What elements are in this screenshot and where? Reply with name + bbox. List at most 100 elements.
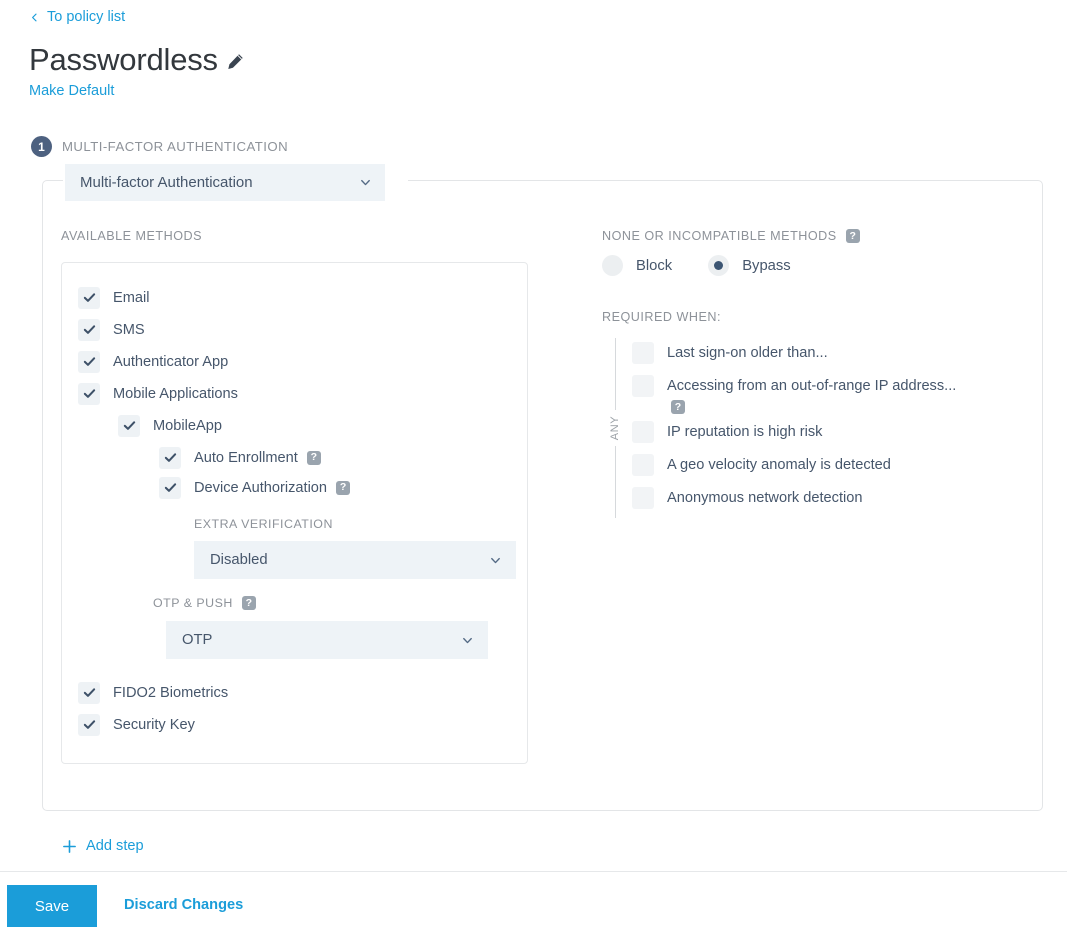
check-icon — [83, 293, 95, 302]
otp-push-select[interactable]: OTP — [166, 621, 488, 659]
condition-row-out-of-range-ip[interactable]: Accessing from an out-of-range IP addres… — [632, 375, 1022, 415]
back-link-label: To policy list — [47, 9, 126, 25]
back-to-policy-list-link[interactable]: To policy list — [30, 9, 125, 25]
method-row-fido2-biometrics[interactable]: FIDO2 Biometrics — [62, 679, 527, 706]
radio-label-block: Block — [636, 257, 673, 274]
check-icon — [83, 357, 95, 366]
required-when-group: ANY Last sign-on older than... Accessing… — [602, 336, 1022, 520]
checkbox-last-sign-on[interactable] — [632, 342, 654, 364]
checkbox-device-authorization[interactable] — [159, 476, 181, 499]
extra-verification-value: Disabled — [210, 552, 268, 568]
method-label-security-key: Security Key — [113, 716, 195, 733]
discard-changes-button[interactable]: Discard Changes — [124, 897, 243, 913]
checkbox-email[interactable] — [78, 286, 100, 309]
check-icon — [164, 483, 176, 492]
condition-row-geo-velocity[interactable]: A geo velocity anomaly is detected — [632, 453, 1022, 481]
condition-label-last-sign-on: Last sign-on older than... — [667, 345, 828, 361]
checkbox-auto-enrollment[interactable] — [159, 446, 181, 469]
chevron-down-icon — [361, 179, 370, 186]
extra-verification-group: EXTRA VERIFICATION Disabled — [62, 517, 527, 579]
pencil-icon[interactable] — [227, 53, 244, 70]
checkbox-ip-reputation[interactable] — [632, 420, 654, 443]
help-icon-otp-push[interactable]: ? — [241, 596, 256, 610]
chevron-left-icon — [32, 13, 37, 21]
radio-block[interactable] — [602, 255, 623, 276]
rail-line-bottom — [615, 445, 616, 518]
any-operator-label: ANY — [608, 415, 621, 441]
radio-bypass[interactable] — [708, 255, 730, 276]
help-icon-out-of-range-ip[interactable]: ? — [671, 399, 685, 414]
policy-conditions-column: NONE OR INCOMPATIBLE METHODS ? Block Byp… — [602, 229, 1022, 520]
extra-verification-select[interactable]: Disabled — [194, 541, 516, 579]
checkbox-authenticator-app[interactable] — [78, 350, 100, 373]
condition-row-anonymous-network[interactable]: Anonymous network detection — [632, 486, 1022, 514]
help-icon-none-or-incompatible[interactable]: ? — [845, 229, 860, 243]
radio-label-bypass: Bypass — [742, 257, 791, 274]
method-row-auto-enrollment[interactable]: Auto Enrollment ? — [62, 444, 527, 471]
none-or-incompatible-header: NONE OR INCOMPATIBLE METHODS ? — [602, 229, 1022, 243]
checkbox-out-of-range-ip[interactable] — [632, 375, 654, 397]
condition-label-ip-reputation: IP reputation is high risk — [667, 423, 823, 440]
method-row-mobile-applications[interactable]: Mobile Applications — [62, 380, 527, 407]
condition-row-last-sign-on[interactable]: Last sign-on older than... — [632, 342, 1022, 369]
make-default-link[interactable]: Make Default — [29, 83, 114, 99]
checkbox-sms[interactable] — [78, 318, 100, 341]
checkbox-mobileapp[interactable] — [118, 414, 140, 437]
checkbox-mobile-applications[interactable] — [78, 382, 100, 405]
method-label-sms: SMS — [113, 321, 145, 338]
page-title-row: Passwordless — [29, 44, 244, 75]
condition-list: Last sign-on older than... Accessing fro… — [628, 336, 1022, 520]
step-panel: Multi-factor Authentication AVAILABLE ME… — [42, 164, 1043, 811]
method-label-auto-enrollment: Auto Enrollment — [194, 449, 298, 466]
none-or-incompatible-label: NONE OR INCOMPATIBLE METHODS — [602, 229, 837, 243]
method-row-device-authorization[interactable]: Device Authorization ? — [62, 474, 527, 501]
step-type-select[interactable]: Multi-factor Authentication — [65, 164, 385, 201]
plus-icon — [63, 839, 76, 853]
step-type-value: Multi-factor Authentication — [80, 174, 253, 191]
check-icon — [164, 453, 176, 462]
chevron-down-icon — [491, 557, 500, 563]
check-icon — [83, 389, 95, 398]
checkbox-fido2-biometrics[interactable] — [78, 681, 100, 704]
method-row-authenticator-app[interactable]: Authenticator App — [62, 348, 527, 375]
method-row-email[interactable]: Email — [62, 284, 527, 311]
required-when-label: REQUIRED WHEN: — [602, 310, 721, 324]
page-title: Passwordless — [29, 42, 218, 77]
condition-label-out-of-range-ip: Accessing from an out-of-range IP addres… — [667, 378, 957, 394]
save-button[interactable]: Save — [7, 885, 97, 927]
step-header: 1 MULTI-FACTOR AUTHENTICATION — [31, 136, 288, 157]
add-step-label: Add step — [86, 838, 144, 854]
add-step-button[interactable]: Add step — [62, 838, 144, 854]
method-label-mobile-applications: Mobile Applications — [113, 385, 238, 402]
otp-push-group: OTP & PUSH ? OTP — [62, 596, 527, 659]
footer-divider — [0, 871, 1067, 872]
method-label-email: Email — [113, 289, 150, 306]
condition-label-geo-velocity: A geo velocity anomaly is detected — [667, 456, 891, 473]
checkbox-geo-velocity[interactable] — [632, 453, 654, 476]
checkbox-anonymous-network[interactable] — [632, 486, 654, 509]
method-label-mobileapp: MobileApp — [153, 417, 222, 434]
check-icon — [83, 720, 95, 729]
check-icon — [123, 421, 135, 430]
method-row-security-key[interactable]: Security Key — [62, 711, 527, 738]
radio-selected-dot — [714, 261, 724, 270]
method-label-authenticator-app: Authenticator App — [113, 353, 229, 370]
check-icon — [83, 688, 95, 697]
extra-verification-label: EXTRA VERIFICATION — [194, 517, 333, 531]
method-row-sms[interactable]: SMS — [62, 316, 527, 343]
help-icon-auto-enrollment[interactable]: ? — [306, 450, 321, 465]
otp-push-label: OTP & PUSH — [153, 596, 233, 610]
available-methods-column: AVAILABLE METHODS Email SMS Authenticato… — [61, 229, 586, 764]
method-label-fido2-biometrics: FIDO2 Biometrics — [113, 684, 229, 701]
condition-row-ip-reputation[interactable]: IP reputation is high risk — [632, 420, 1022, 448]
rail-line-top — [615, 338, 616, 410]
method-label-device-authorization: Device Authorization — [194, 479, 328, 496]
condition-label-anonymous-network: Anonymous network detection — [667, 489, 863, 506]
chevron-down-icon — [463, 637, 472, 643]
help-icon-device-authorization[interactable]: ? — [336, 480, 351, 495]
available-methods-label: AVAILABLE METHODS — [61, 229, 203, 243]
step-title: MULTI-FACTOR AUTHENTICATION — [62, 139, 289, 154]
method-row-mobileapp[interactable]: MobileApp — [62, 412, 527, 439]
checkbox-security-key[interactable] — [78, 713, 100, 736]
otp-push-value: OTP — [182, 632, 213, 648]
